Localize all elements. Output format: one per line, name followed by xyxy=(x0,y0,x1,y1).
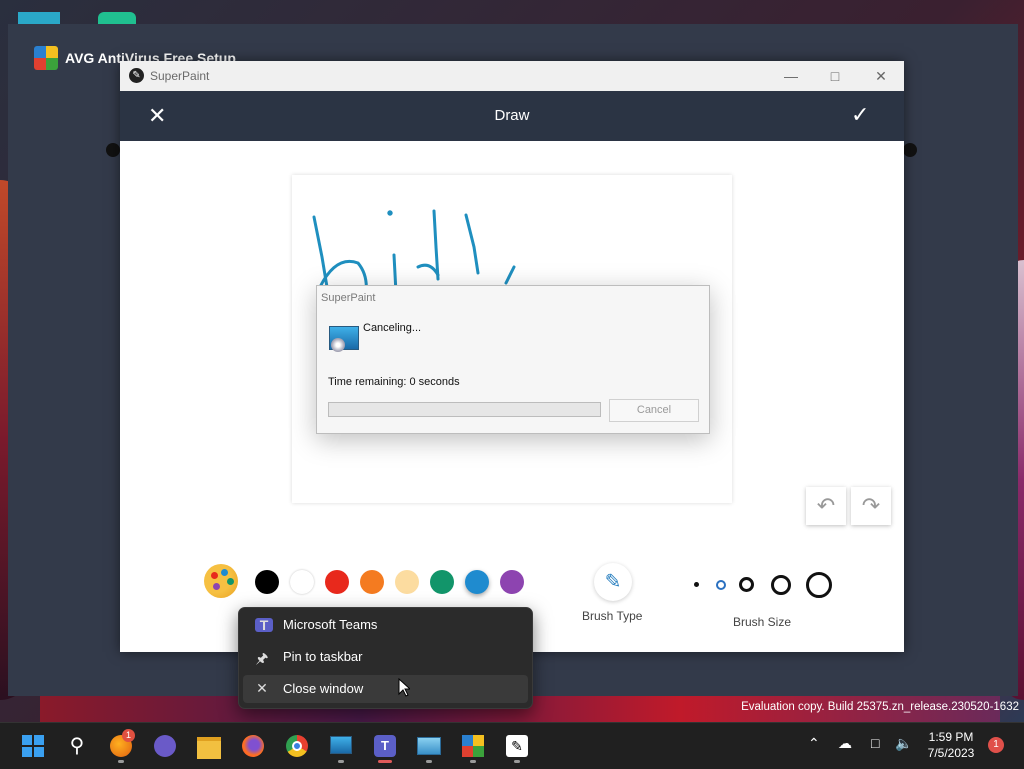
dialog-message: Canceling... xyxy=(363,322,422,334)
stroke xyxy=(504,265,516,285)
stroke xyxy=(464,213,480,275)
redo-button[interactable]: ↷ xyxy=(851,487,891,525)
maximize-button[interactable]: □ xyxy=(815,64,855,88)
network-offline-icon[interactable]: ☁ xyxy=(838,735,852,752)
avg-logo-icon xyxy=(34,46,58,70)
search-icon[interactable]: ⚲ xyxy=(63,732,91,760)
color-swatch-white[interactable] xyxy=(290,570,314,594)
brush-type-pencil-icon[interactable]: ✎ xyxy=(594,563,632,601)
volume-icon[interactable]: 🔈 xyxy=(895,735,912,752)
undo-button[interactable]: ↶ xyxy=(806,487,846,525)
clock[interactable]: 1:59 PM 7/5/2023 xyxy=(918,729,984,761)
color-swatch-black[interactable] xyxy=(255,570,279,594)
video-chat-icon[interactable] xyxy=(151,732,179,760)
taskbar: ⚲ 1 T ✎ ⌃ ☁ □ 🔈 1:59 PM 7/5/2023 1 xyxy=(0,722,1024,769)
brush-size-xl[interactable] xyxy=(806,572,832,598)
running-indicator xyxy=(514,760,520,763)
close-icon: ✕ xyxy=(256,680,268,696)
menu-item-microsoft-teams[interactable]: T Microsoft Teams xyxy=(243,611,528,639)
brush-size-l[interactable] xyxy=(771,575,791,595)
menu-item-label: Pin to taskbar xyxy=(283,649,363,664)
start-icon[interactable] xyxy=(19,732,47,760)
window-edge-dot xyxy=(106,143,120,157)
color-swatch-red[interactable] xyxy=(325,570,349,594)
stroke xyxy=(387,210,393,216)
teams-icon: T xyxy=(255,618,273,632)
clock-time: 1:59 PM xyxy=(928,730,974,744)
notification-center-badge[interactable]: 1 xyxy=(988,737,1004,753)
close-window-button[interactable]: ✕ xyxy=(861,64,901,88)
teams-icon[interactable]: T xyxy=(371,732,399,760)
menu-item-label: Microsoft Teams xyxy=(283,617,378,632)
setup-icon[interactable] xyxy=(327,732,355,760)
draw-header: ✕ Draw ✓ xyxy=(120,91,904,141)
color-swatch-blue-selected[interactable] xyxy=(465,570,489,594)
color-swatch-orange[interactable] xyxy=(360,570,384,594)
brush-size-s-selected[interactable] xyxy=(716,580,726,590)
color-palette-icon[interactable] xyxy=(204,564,238,598)
disc-icon xyxy=(331,338,345,352)
superpaint-logo-icon: ✎ xyxy=(129,68,144,83)
progress-bar xyxy=(328,402,601,417)
clock-date: 7/5/2023 xyxy=(927,746,975,760)
menu-item-label: Close window xyxy=(283,681,364,696)
pin-icon: 🖈 xyxy=(255,650,269,666)
brush-size-label: Brush Size xyxy=(733,615,792,629)
superpaint-icon[interactable]: ✎ xyxy=(503,732,531,760)
title-bar[interactable]: ✎ SuperPaint — □ ✕ xyxy=(120,61,904,91)
time-remaining: Time remaining: 0 seconds xyxy=(328,376,460,388)
active-indicator xyxy=(378,760,392,763)
color-swatch-peach[interactable] xyxy=(395,570,419,594)
notification-badge: 1 xyxy=(122,729,135,742)
control-panel-icon[interactable] xyxy=(415,732,443,760)
minimize-button[interactable]: — xyxy=(771,64,811,88)
chrome-icon[interactable] xyxy=(283,732,311,760)
display-icon[interactable]: □ xyxy=(871,735,879,751)
avg-installer-icon[interactable] xyxy=(459,732,487,760)
running-indicator xyxy=(470,760,476,763)
progress-dialog: SuperPaint Canceling... Time remaining: … xyxy=(316,285,710,434)
window-title: SuperPaint xyxy=(150,69,210,83)
menu-item-pin-to-taskbar[interactable]: 🖈 Pin to taskbar xyxy=(243,643,528,671)
running-indicator xyxy=(118,760,124,763)
brush-size-m[interactable] xyxy=(739,577,754,592)
brush-size-xs[interactable] xyxy=(694,582,699,587)
desktop-icon[interactable] xyxy=(18,12,60,24)
firefox-icon[interactable] xyxy=(239,732,267,760)
file-explorer-icon[interactable] xyxy=(195,732,223,760)
draw-title: Draw xyxy=(494,107,530,124)
cancel-button[interactable]: Cancel xyxy=(609,399,699,422)
running-indicator xyxy=(426,760,432,763)
dialog-title: SuperPaint xyxy=(321,292,376,304)
stroke xyxy=(416,263,440,277)
menu-item-close-window[interactable]: ✕ Close window xyxy=(243,675,528,703)
running-indicator xyxy=(338,760,344,763)
brush-type-label: Brush Type xyxy=(582,609,643,623)
confirm-check-icon[interactable]: ✓ xyxy=(851,103,869,127)
evaluation-watermark: Evaluation copy. Build 25375.zn_release.… xyxy=(741,701,1019,713)
color-swatch-green[interactable] xyxy=(430,570,454,594)
mouse-cursor-icon xyxy=(398,678,410,697)
chevron-up-icon[interactable]: ⌃ xyxy=(808,735,820,752)
color-swatch-purple[interactable] xyxy=(500,570,524,594)
window-edge-dot xyxy=(903,143,917,157)
taskbar-context-menu: T Microsoft Teams 🖈 Pin to taskbar ✕ Clo… xyxy=(238,607,533,709)
desktop-icon[interactable] xyxy=(98,12,136,24)
